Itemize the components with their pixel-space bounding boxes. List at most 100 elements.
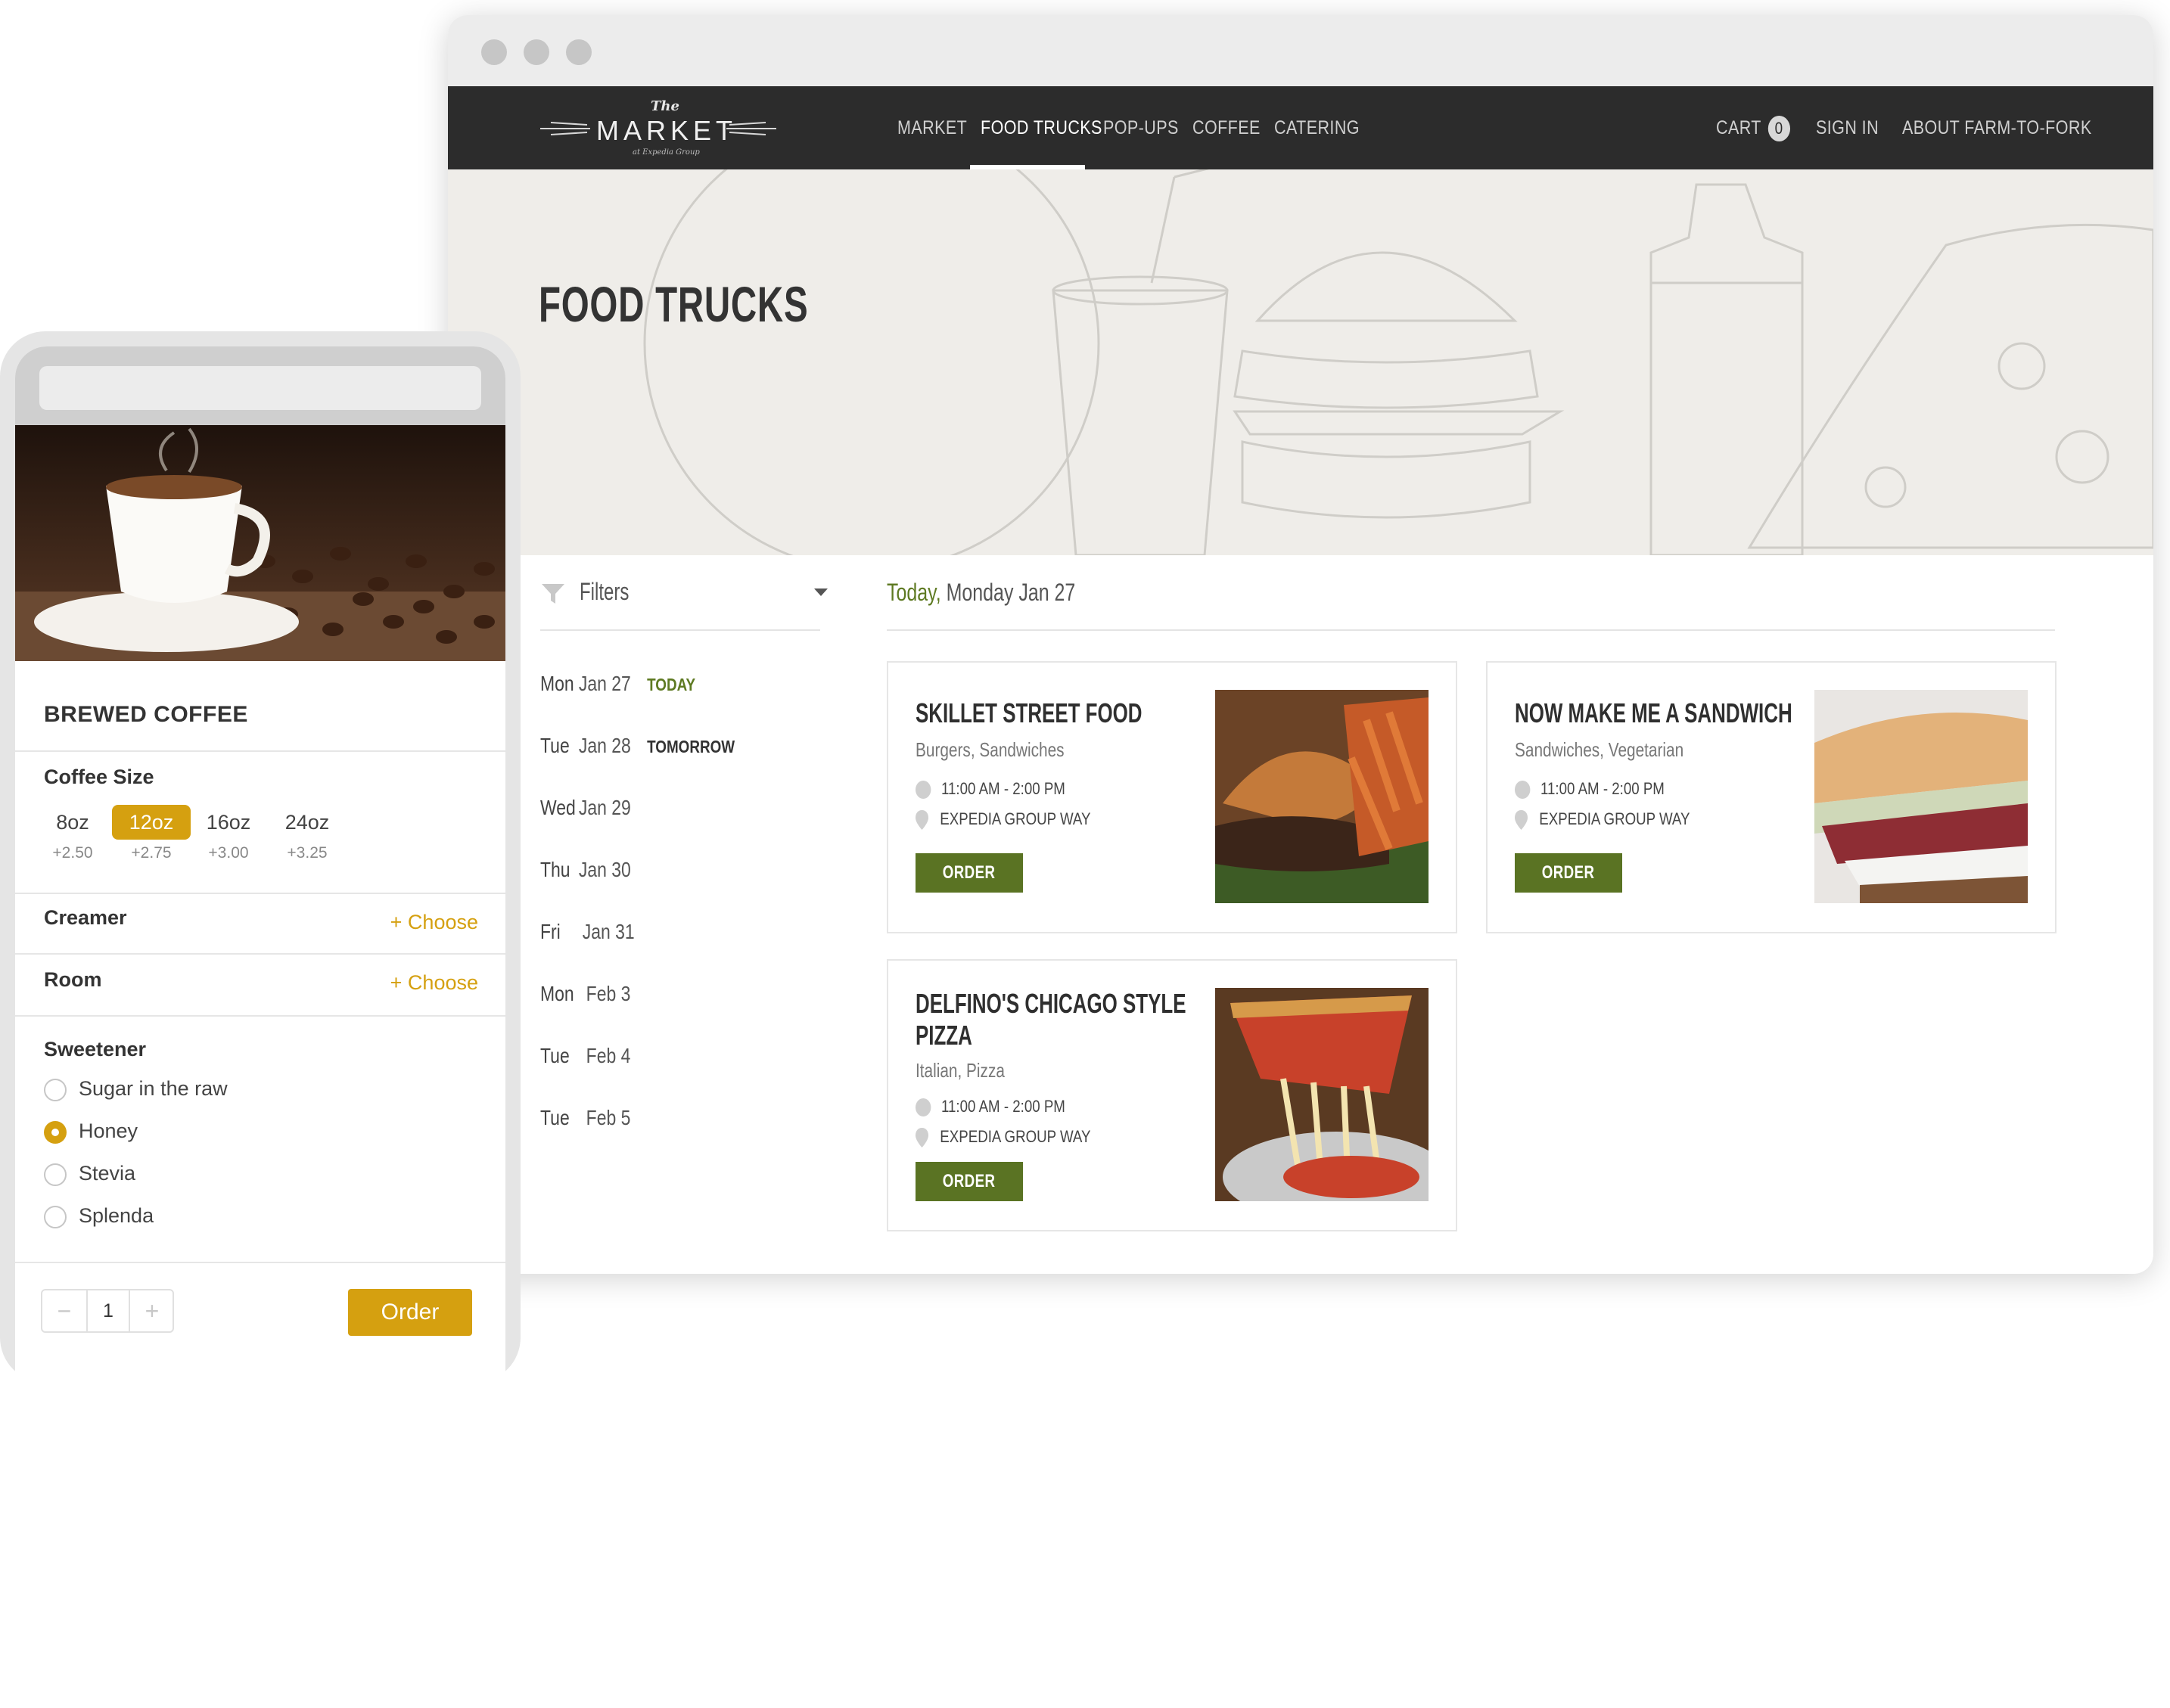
window-minimize-dot[interactable]	[524, 39, 549, 65]
today-tag: TODAY	[647, 675, 696, 694]
size-option-24oz[interactable]: 24oz +3.25	[268, 805, 347, 862]
nav-food-trucks[interactable]: FOOD TRUCKS	[981, 86, 1102, 169]
size-option-12oz[interactable]: 12oz +2.75	[112, 805, 191, 862]
truck-categories: Burgers, Sandwiches	[916, 738, 1065, 761]
location-text: EXPEDIA GROUP WAY	[1539, 809, 1690, 828]
hours-text: 11:00 AM - 2:00 PM	[941, 779, 1065, 798]
desktop-browser-window: The MARKET at Expedia Group MARKET FOOD …	[448, 15, 2153, 1274]
truck-card-now-make-me-a-sandwich[interactable]: NOW MAKE ME A SANDWICH Sandwiches, Veget…	[1486, 661, 2057, 933]
mobile-address-bar[interactable]	[39, 366, 481, 410]
truck-name: SKILLET STREET FOOD	[916, 697, 1143, 728]
day-dow: Wed	[540, 796, 576, 819]
size-option-8oz[interactable]: 8oz +2.50	[33, 805, 112, 862]
today-label: Today,	[887, 579, 941, 606]
mobile-browser-bar	[15, 346, 505, 425]
mobile-screen: BREWED COFFEE Coffee Size 8oz +2.50 12oz +…	[15, 346, 505, 1708]
quantity-value[interactable]: 1	[86, 1290, 130, 1331]
divider	[15, 1262, 505, 1263]
nav-sign-in[interactable]: SIGN IN	[1816, 86, 1879, 169]
location-pin-icon	[916, 1128, 928, 1148]
day-item-tue-feb5[interactable]: Tue Feb 5	[540, 1103, 630, 1133]
clock-icon	[916, 1098, 931, 1117]
page-title: FOOD TRUCKS	[539, 276, 809, 332]
food-sketch-illustration	[643, 169, 2153, 555]
day-dow: Thu	[540, 858, 570, 881]
browser-chrome	[448, 15, 2153, 86]
location-text: EXPEDIA GROUP WAY	[940, 1127, 1091, 1146]
nav-market[interactable]: MARKET	[897, 86, 967, 169]
size-name: 12oz	[112, 805, 191, 840]
window-close-dot[interactable]	[481, 39, 507, 65]
day-item-mon-feb3[interactable]: Mon Feb 3	[540, 979, 630, 1009]
increment-button[interactable]: +	[130, 1290, 174, 1331]
truck-name: NOW MAKE ME A SANDWICH	[1515, 697, 1792, 728]
day-item-tue-jan28[interactable]: Tue Jan 28 TOMORROW	[540, 731, 735, 761]
truck-hours: 11:00 AM - 2:00 PM	[916, 779, 1065, 800]
radio-button-selected[interactable]	[44, 1121, 67, 1144]
size-option-16oz[interactable]: 16oz +3.00	[189, 805, 268, 862]
order-button[interactable]: ORDER	[916, 1162, 1023, 1201]
order-button[interactable]: Order	[348, 1289, 472, 1336]
size-price: +3.25	[287, 844, 328, 862]
room-label: Room	[44, 968, 102, 991]
burger-image	[1215, 690, 1429, 903]
radio-button[interactable]	[44, 1079, 67, 1101]
nav-catering[interactable]: CATERING	[1274, 86, 1360, 169]
size-name: 24oz	[284, 811, 330, 834]
chevron-down-icon	[814, 588, 828, 596]
tomorrow-tag: TOMORROW	[647, 737, 735, 756]
order-label: ORDER	[943, 1171, 996, 1191]
day-item-wed-jan29[interactable]: Wed Jan 29	[540, 793, 631, 823]
order-button[interactable]: ORDER	[916, 853, 1023, 893]
nav-about-farm-to-fork[interactable]: ABOUT FARM-TO-FORK	[1902, 86, 2092, 169]
clock-icon	[916, 781, 931, 800]
radio-button[interactable]	[44, 1163, 67, 1186]
hero-banner: FOOD TRUCKS	[448, 169, 2153, 555]
day-item-tue-feb4[interactable]: Tue Feb 4	[540, 1041, 630, 1071]
radio-button[interactable]	[44, 1206, 67, 1228]
day-dow: Tue	[540, 734, 570, 757]
truck-location: EXPEDIA GROUP WAY	[916, 1127, 1091, 1148]
day-item-mon-jan27[interactable]: Mon Jan 27 TODAY	[540, 669, 695, 699]
filters-dropdown[interactable]: Filters	[540, 578, 828, 631]
divider	[15, 750, 505, 752]
cart-label: CART	[1716, 117, 1761, 138]
logo-wordmark: MARKET	[596, 115, 738, 146]
order-button[interactable]: ORDER	[1515, 853, 1622, 893]
heading-divider	[887, 629, 2055, 631]
decrement-button[interactable]: −	[42, 1290, 86, 1331]
logo-subtitle: at Expedia Group	[633, 148, 700, 157]
order-label: ORDER	[943, 862, 996, 883]
location-pin-icon	[1515, 810, 1528, 831]
window-maximize-dot[interactable]	[566, 39, 592, 65]
nav-cart[interactable]: CART 0	[1716, 86, 1790, 169]
hours-text: 11:00 AM - 2:00 PM	[1540, 779, 1665, 798]
sweetener-label: Sweetener	[44, 1038, 147, 1061]
truck-location: EXPEDIA GROUP WAY	[916, 809, 1090, 831]
day-dow: Tue	[540, 1044, 570, 1067]
day-item-thu-jan30[interactable]: Thu Jan 30	[540, 855, 631, 885]
truck-card-skillet[interactable]: SKILLET STREET FOOD Burgers, Sandwiches …	[887, 661, 1457, 933]
day-date: Feb 4	[586, 1044, 631, 1067]
clock-icon	[1515, 781, 1531, 800]
creamer-choose-link[interactable]: + Choose	[390, 911, 478, 934]
room-choose-link[interactable]: + Choose	[390, 971, 478, 995]
day-date: Feb 5	[586, 1106, 631, 1129]
truck-location: EXPEDIA GROUP WAY	[1515, 809, 1690, 831]
truck-hours: 11:00 AM - 2:00 PM	[1515, 779, 1665, 800]
nav-coffee[interactable]: COFFEE	[1192, 86, 1261, 169]
divider	[15, 1015, 505, 1017]
coffee-photo	[15, 425, 505, 661]
size-name: 8oz	[56, 811, 89, 834]
size-name: 16oz	[206, 811, 251, 834]
radio-label: Sugar in the raw	[79, 1077, 228, 1100]
truck-card-delfinos-pizza[interactable]: DELFINO'S CHICAGO STYLE PIZZA Italian, P…	[887, 959, 1457, 1231]
truck-hours: 11:00 AM - 2:00 PM	[916, 1097, 1065, 1117]
order-label: ORDER	[1542, 862, 1595, 883]
divider	[15, 953, 505, 955]
day-item-fri-jan31[interactable]: Fri Jan 31	[540, 917, 635, 947]
day-dow: Mon	[540, 672, 574, 695]
size-price: +2.50	[52, 844, 93, 862]
nav-pop-ups[interactable]: POP-UPS	[1103, 86, 1179, 169]
market-logo[interactable]: The MARKET at Expedia Group	[537, 97, 779, 160]
